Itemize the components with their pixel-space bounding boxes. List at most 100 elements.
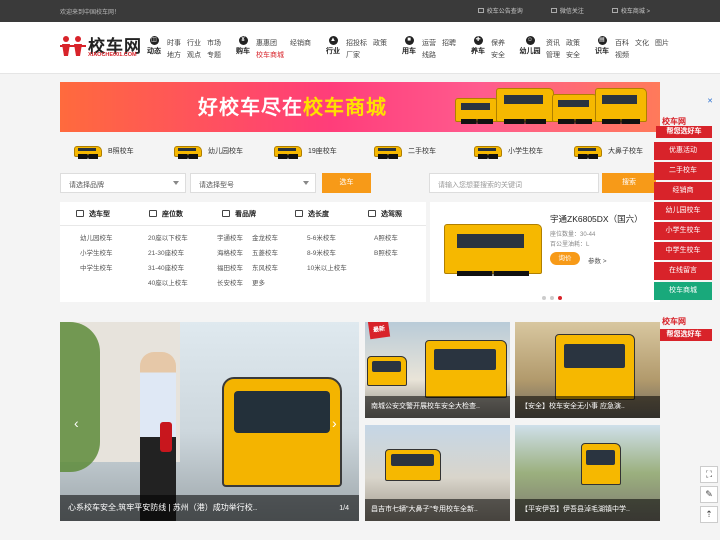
notice-query-link[interactable]: 校车公告查询 bbox=[477, 6, 523, 15]
mall-link[interactable]: 校车商城 > bbox=[611, 6, 650, 15]
filter-option[interactable]: 小学生校车 bbox=[80, 250, 113, 258]
filter-option[interactable]: 10米以上校车 bbox=[307, 265, 347, 273]
sidebar-item-middle[interactable]: 中学生校车 bbox=[654, 242, 712, 260]
news-card[interactable]: 【安全】校车安全无小事 应急演.. bbox=[515, 322, 660, 418]
mall-banner[interactable]: 好校车尽在校车商城 bbox=[60, 82, 660, 132]
model-select[interactable]: 请选择型号 bbox=[190, 173, 316, 193]
nav-item[interactable]: 线路 bbox=[422, 50, 436, 62]
sidebar-item-used[interactable]: 二手校车 bbox=[654, 162, 712, 180]
wechat-follow-link[interactable]: 微信关注 bbox=[550, 6, 584, 15]
nav-item[interactable]: 百科 bbox=[615, 38, 629, 50]
sidebar-item-message[interactable]: 在线留言 bbox=[654, 262, 712, 280]
category-big-nose[interactable]: 大鼻子校车 bbox=[560, 140, 660, 162]
carousel-dot-active[interactable] bbox=[558, 296, 562, 300]
hero-caption[interactable]: 心系校车安全,筑牢平安防线 | 苏州（港）成功举行校.. bbox=[60, 495, 359, 521]
filter-option[interactable]: 福田校车 bbox=[217, 265, 243, 273]
nav-head-learn[interactable]: ▤ 识车 bbox=[592, 36, 612, 57]
params-link[interactable]: 参数 > bbox=[588, 255, 607, 265]
nav-item[interactable]: 市场 bbox=[207, 38, 221, 50]
nav-item[interactable]: 安全 bbox=[491, 50, 505, 62]
sidebar-promo-card-2[interactable]: 校车网 帮您选好车 bbox=[654, 304, 712, 344]
nav-item-mall[interactable]: 校车商城 bbox=[256, 50, 284, 62]
nav-item[interactable]: 招聘 bbox=[442, 38, 456, 50]
nav-item[interactable]: 观点 bbox=[187, 50, 201, 62]
site-logo[interactable]: 校车网 XIAOCHE001.COM bbox=[60, 32, 142, 64]
nav-item[interactable]: 招投标 bbox=[346, 38, 367, 50]
nav-item[interactable]: 政策 bbox=[566, 38, 580, 50]
sidebar-promo-card[interactable]: 校车网 帮您选好车 bbox=[654, 102, 712, 140]
nav-head-use[interactable]: ■ 用车 bbox=[399, 36, 419, 57]
filter-option[interactable]: B照校车 bbox=[374, 250, 398, 258]
featured-product-card[interactable]: 宇通ZK6805DX（国六） 座位数量：30-44 百公里油耗：L 询价 参数 … bbox=[430, 202, 660, 302]
nav-item[interactable]: 文化 bbox=[635, 38, 649, 50]
category-b-license[interactable]: B照校车 bbox=[60, 140, 160, 162]
nav-item[interactable]: 运营 bbox=[422, 38, 436, 50]
nav-item[interactable]: 保养 bbox=[491, 38, 505, 50]
nav-item[interactable]: 政策 bbox=[373, 38, 387, 50]
nav-item[interactable]: 行业 bbox=[187, 38, 201, 50]
carousel-dot[interactable] bbox=[542, 296, 546, 300]
nav-head-buy[interactable]: ¥ 购车 bbox=[233, 36, 253, 57]
nav-item[interactable]: 图片 bbox=[655, 38, 669, 50]
filter-head-length[interactable]: 选长度 bbox=[279, 202, 352, 225]
filter-option[interactable]: 5-6米校车 bbox=[307, 235, 347, 243]
carousel-dot[interactable] bbox=[550, 296, 554, 300]
edit-icon[interactable]: ✎ bbox=[700, 486, 718, 503]
filter-option[interactable]: 20座以下校车 bbox=[148, 235, 188, 243]
search-button[interactable]: 搜索 bbox=[602, 173, 656, 193]
nav-item[interactable]: 资讯 bbox=[546, 38, 560, 50]
nav-item[interactable]: 管理 bbox=[546, 50, 560, 62]
inquiry-button[interactable]: 询价 bbox=[550, 252, 580, 265]
nav-item[interactable]: 惠惠团 bbox=[256, 38, 284, 50]
news-card[interactable]: 最新 南城公安交警开展校车安全大检查.. bbox=[365, 322, 510, 418]
back-to-top-icon[interactable]: ⇡ bbox=[700, 506, 718, 523]
filter-option[interactable]: 31-40座校车 bbox=[148, 265, 188, 273]
filter-option[interactable]: 长安校车 bbox=[217, 280, 243, 288]
choose-car-button[interactable]: 选车 bbox=[322, 173, 371, 193]
nav-head-news[interactable]: ◫ 动态 bbox=[144, 36, 164, 57]
nav-item[interactable]: 经销商 bbox=[290, 38, 311, 50]
filter-option[interactable]: 8-9米校车 bbox=[307, 250, 347, 258]
filter-option[interactable]: 金龙校车 bbox=[252, 235, 278, 243]
sidebar-item-promotions[interactable]: 优惠活动 bbox=[654, 142, 712, 160]
nav-head-kindergarten[interactable]: ☺ 幼儿园 bbox=[517, 36, 543, 57]
next-arrow-icon[interactable]: › bbox=[332, 416, 342, 430]
filter-head-brand[interactable]: 看品牌 bbox=[206, 202, 279, 225]
filter-option[interactable]: 幼儿园校车 bbox=[80, 235, 113, 243]
filter-head-seats[interactable]: 座位数 bbox=[133, 202, 206, 225]
keyword-search-input[interactable]: 请输入您想要搜索的关键词 bbox=[429, 173, 599, 193]
news-card[interactable]: 【平安伊吾】伊吾县淖毛湖镇中学.. bbox=[515, 425, 660, 521]
category-used[interactable]: 二手校车 bbox=[360, 140, 460, 162]
brand-select[interactable]: 请选择品牌 bbox=[60, 173, 186, 193]
product-title[interactable]: 宇通ZK6805DX（国六） bbox=[550, 213, 643, 225]
nav-item[interactable]: 视频 bbox=[615, 50, 629, 62]
fullscreen-icon[interactable]: ⛶ bbox=[700, 466, 718, 483]
nav-head-industry[interactable]: ▲ 行业 bbox=[323, 36, 343, 57]
filter-option[interactable]: 宇通校车 bbox=[217, 235, 243, 243]
category-kindergarten[interactable]: 幼儿园校车 bbox=[160, 140, 260, 162]
filter-option[interactable]: A照校车 bbox=[374, 235, 398, 243]
filter-option[interactable]: 东风校车 bbox=[252, 265, 278, 273]
filter-head-type[interactable]: 选车型 bbox=[60, 202, 133, 225]
nav-item[interactable]: 地方 bbox=[167, 50, 181, 62]
filter-option[interactable]: 海格校车 bbox=[217, 250, 243, 258]
filter-option[interactable]: 五菱校车 bbox=[252, 250, 278, 258]
filter-option[interactable]: 更多 bbox=[252, 280, 278, 288]
nav-item[interactable]: 专题 bbox=[207, 50, 221, 62]
prev-arrow-icon[interactable]: ‹ bbox=[74, 416, 84, 430]
nav-item[interactable]: 厂家 bbox=[346, 50, 367, 62]
filter-option[interactable]: 21-30座校车 bbox=[148, 250, 188, 258]
nav-head-maintain[interactable]: ✚ 养车 bbox=[468, 36, 488, 57]
nav-item[interactable]: 安全 bbox=[566, 50, 580, 62]
hero-slider[interactable]: ‹ › 心系校车安全,筑牢平安防线 | 苏州（港）成功举行校.. 1/4 bbox=[60, 322, 359, 521]
filter-option[interactable]: 40座以上校车 bbox=[148, 280, 188, 288]
nav-item[interactable]: 时事 bbox=[167, 38, 181, 50]
sidebar-item-dealers[interactable]: 经销商 bbox=[654, 182, 712, 200]
news-card[interactable]: 昌吉市七辆"大鼻子"专用校车全新.. bbox=[365, 425, 510, 521]
sidebar-item-primary[interactable]: 小学生校车 bbox=[654, 222, 712, 240]
sidebar-item-kindergarten[interactable]: 幼儿园校车 bbox=[654, 202, 712, 220]
filter-option[interactable]: 中学生校车 bbox=[80, 265, 113, 273]
category-primary[interactable]: 小学生校车 bbox=[460, 140, 560, 162]
category-19-seat[interactable]: 19座校车 bbox=[260, 140, 360, 162]
sidebar-item-mall[interactable]: 校车商城 bbox=[654, 282, 712, 300]
